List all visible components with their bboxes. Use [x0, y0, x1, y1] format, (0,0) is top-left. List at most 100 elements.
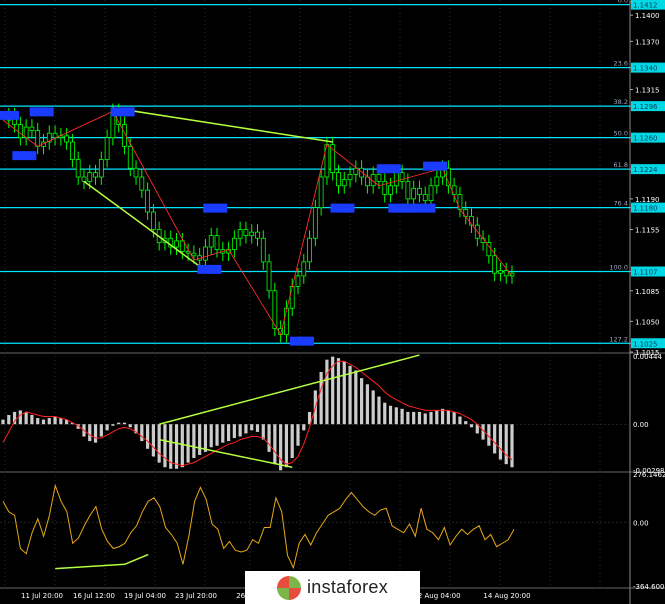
macd-bar [30, 414, 34, 425]
signal-marker-box [289, 336, 314, 346]
macd-bar [504, 424, 508, 465]
candle-body [295, 275, 301, 287]
macd-bar [279, 424, 283, 471]
chart-canvas: 1.14151.14001.13701.13401.13151.12961.12… [0, 0, 665, 604]
fib-percent-label: 61.8 [614, 161, 628, 169]
candle-body [249, 231, 255, 237]
candle-body [492, 255, 498, 274]
fib-percent-label: 50.0 [614, 130, 628, 138]
candle-body [336, 172, 341, 187]
cci-line [2, 483, 515, 570]
candle-body [312, 207, 318, 239]
macd-bar [267, 424, 271, 452]
macd-bar [510, 424, 514, 468]
macd-bar [203, 424, 208, 452]
candle-body [208, 235, 214, 248]
time-axis-label: 14 Aug 20:00 [483, 592, 530, 600]
macd-bar [111, 424, 115, 426]
fib-price-tag-label: 1.1412 [633, 2, 658, 10]
candle-body [405, 180, 411, 200]
price-tick-label: 1.1085 [635, 288, 660, 296]
macd-bar [117, 422, 121, 425]
fib-price-tag-label: 1.1107 [633, 269, 658, 277]
macd-bar [354, 370, 358, 425]
macd-bar [146, 424, 150, 449]
macd-bar [88, 424, 92, 442]
macd-bar [440, 408, 445, 425]
candle-body [422, 194, 428, 202]
macd-bar [284, 424, 289, 468]
macd-bar [157, 424, 161, 463]
macd-bar [348, 365, 352, 425]
watermark: instaforex [245, 571, 420, 604]
macd-bar [255, 424, 260, 432]
cci-tick-label: 276.1462 [633, 471, 665, 479]
macd-bar [325, 359, 329, 425]
macd-bar [221, 424, 225, 443]
candle-body [93, 172, 98, 178]
time-axis-label: 16 Jul 12:00 [73, 592, 115, 600]
price-tick-label: 1.1315 [635, 87, 660, 95]
candle-body [139, 176, 145, 191]
macd-bar [232, 424, 236, 439]
candle-body [445, 167, 451, 187]
signal-marker-box [411, 203, 436, 213]
candle-body [503, 270, 509, 277]
fib-percent-label: 38.2 [614, 98, 628, 106]
macd-bar [302, 424, 306, 431]
macd-bar [493, 424, 497, 454]
macd-bar [93, 424, 98, 443]
signal-marker-box [423, 161, 448, 171]
fib-percent-label: 100.0 [609, 264, 628, 272]
macd-bar [47, 418, 51, 425]
macd-bar [1, 419, 5, 425]
candle-body [64, 135, 70, 143]
macd-bar [128, 424, 132, 428]
macd-bar [498, 424, 503, 460]
macd-bar [296, 424, 300, 446]
fib-price-tag-label: 1.1224 [633, 166, 658, 174]
price-tick-label: 1.1370 [635, 38, 660, 46]
macd-bar [464, 421, 468, 425]
candle-body [133, 167, 139, 178]
macd-bar [429, 411, 433, 425]
macd-bar [417, 411, 422, 425]
macd-bar [174, 424, 179, 469]
cci-tick-label: 0.00 [633, 519, 649, 527]
fib-percent-label: 23.6 [614, 60, 628, 68]
candle-body [388, 185, 393, 195]
macd-bar [342, 361, 346, 425]
candle-body [174, 240, 179, 248]
macd-bar [238, 424, 242, 437]
time-axis-label: 12 Aug 04:00 [413, 592, 460, 600]
macd-tick-label: 0.00 [633, 421, 649, 429]
candle-body [364, 176, 370, 187]
signal-marker-box [0, 110, 19, 120]
macd-bar [226, 424, 231, 442]
candle-body [417, 187, 422, 195]
fib-price-tag-label: 1.1025 [633, 340, 658, 348]
price-trendline [83, 180, 206, 272]
candle-body [237, 229, 243, 239]
candle-body [428, 185, 434, 202]
macd-bar [24, 411, 28, 425]
macd-bar [394, 407, 398, 425]
chart-window: 1.14151.14001.13701.13401.13151.12961.12… [0, 0, 665, 604]
fib-price-tag-label: 1.1260 [633, 135, 658, 143]
macd-bar [59, 418, 63, 425]
signal-marker-box [197, 264, 222, 274]
price-tick-label: 1.1155 [635, 227, 660, 235]
macd-bar [365, 384, 369, 425]
fib-price-tag-label: 1.1340 [633, 65, 658, 73]
macd-tick-label: 0.00444 [633, 353, 662, 361]
macd-bar [319, 371, 323, 425]
macd-bar [273, 424, 277, 465]
candle-body [353, 167, 359, 175]
macd-bar [18, 410, 22, 425]
zigzag-line [2, 110, 513, 336]
price-tick-label: 1.1050 [635, 318, 660, 326]
signal-marker-box [203, 203, 228, 213]
macd-bar [41, 419, 46, 425]
fib-percent-label: 127.2 [609, 335, 628, 343]
candle-body [243, 229, 249, 237]
